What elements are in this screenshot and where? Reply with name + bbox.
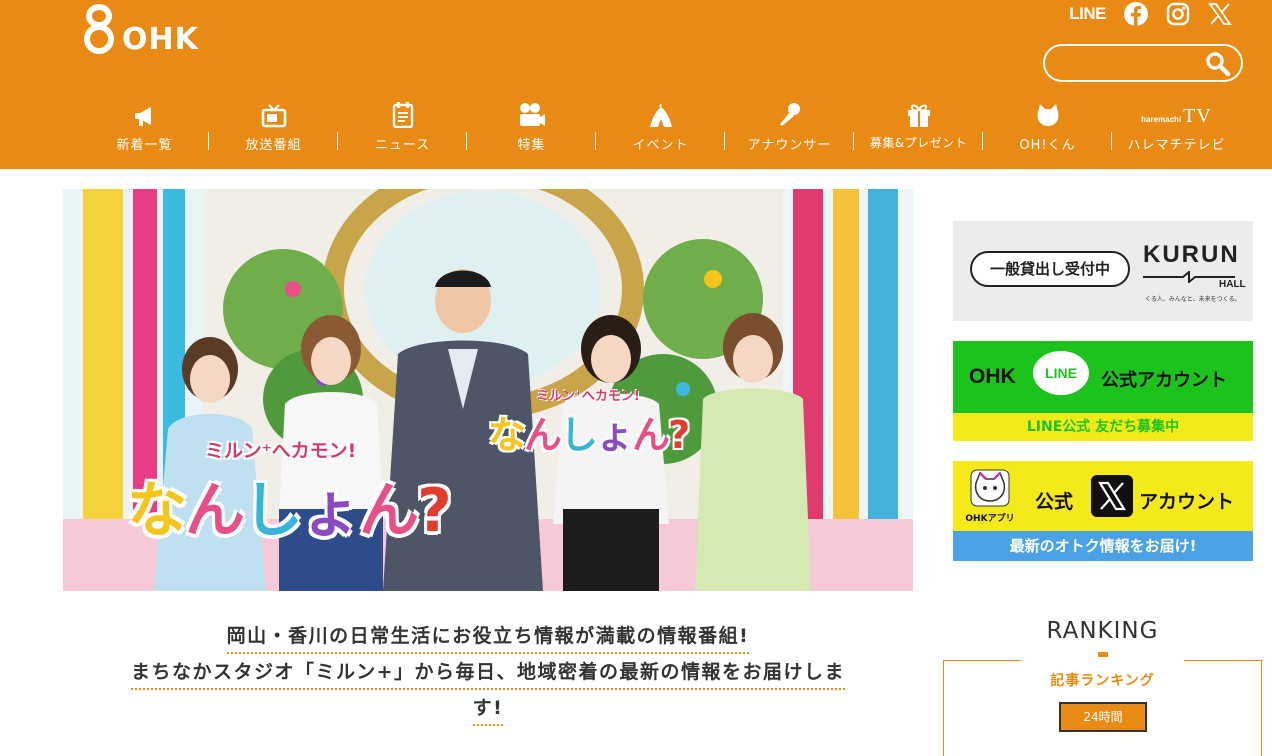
program-logo-subtitle: ミルン⁺へカモン! [205,440,357,462]
site-header: OHK LINE 新着一覧 放送番組 ニュース 特集 イベント アナウンサー 募… [0,0,1272,169]
nav-item-programs[interactable]: 放送番組 [209,100,338,156]
nav-label: 放送番組 [245,138,302,153]
x-icon[interactable] [1208,2,1232,26]
x-banner-official: 公式 [1035,491,1074,513]
nav-item-haremachi-tv[interactable]: haremachi TV ハレマチテレビ [1112,100,1241,156]
ranking-subtitle: 記事ランキング [1050,673,1155,689]
logo-eight-mark [80,2,118,58]
logo-text: OHK [122,21,199,57]
nav-item-events[interactable]: イベント [596,100,725,156]
nav-item-features[interactable]: 特集 [467,100,596,156]
microphone-icon [777,100,803,128]
description-line: す! [472,692,504,726]
program-logo-top: ミルン⁺へカモン! なんしょん? [488,389,690,457]
x-logo-icon [1091,475,1133,517]
facebook-icon[interactable] [1124,2,1148,26]
line-banner-title: 公式アカウント [1101,370,1227,391]
line-banner-ohk: OHK [969,365,1016,388]
kurun-hall-banner[interactable]: 一般貸出し受付中 KURUN HALL くる人、みんなと、未来をつくる。 [953,221,1253,321]
nav-label: 特集 [517,138,546,153]
ranking-section: RANKING 記事ランキング 24時間 [943,612,1262,756]
nav-label: OH!くん [1019,138,1076,153]
ranking-title: RANKING [1046,618,1159,644]
mascot-icon [1035,100,1061,128]
program-description: 岡山・香川の日常生活にお役立ち情報が満載の情報番組! まちなかスタジオ「ミルン+… [63,620,913,728]
ohk-app-icon: OHKアプリ [965,469,1015,524]
nav-item-ohkun[interactable]: OH!くん [983,100,1112,156]
x-banner-footer: 最新のオトク情報をお届け! [953,531,1253,561]
x-account-banner[interactable]: OHKアプリ 公式 アカウント 最新のオトク情報をお届け! [953,461,1253,561]
document-icon [391,100,415,128]
megaphone-icon [132,100,158,128]
description-line: まちなかスタジオ「ミルン+」から毎日、地域密着の最新の情報をお届けしま [130,656,846,690]
tent-icon [648,100,674,128]
nav-label: イベント [632,138,689,153]
program-logo-title: なんしょん? [127,476,452,546]
kurun-logo: KURUN [1143,241,1240,268]
search-icon[interactable] [1205,51,1231,77]
ranking-header: RANKING [1021,612,1184,676]
line-banner-footer: LINE公式 友だち募集中 [953,413,1253,441]
search-input[interactable] [1059,52,1209,74]
description-line: 岡山・香川の日常生活にお役立ち情報が満載の情報番組! [226,620,750,654]
line-link[interactable]: LINE [1069,4,1106,24]
social-links: LINE [1069,2,1232,26]
nav-item-news[interactable]: ニュース [338,100,467,156]
instagram-icon[interactable] [1166,2,1190,26]
kurun-hall-text: HALL [1219,279,1246,290]
cat-mascot-icon [970,469,1010,507]
line-logo-icon: LINE [1033,351,1089,395]
search-box [1043,44,1243,82]
ranking-divider [1097,652,1108,657]
line-account-banner[interactable]: OHK LINE 公式アカウント LINE公式 友だち募集中 [953,341,1253,441]
nav-item-new[interactable]: 新着一覧 [80,100,209,156]
x-banner-account: アカウント [1139,491,1235,513]
nav-item-announcers[interactable]: アナウンサー [725,100,854,156]
main-nav: 新着一覧 放送番組 ニュース 特集 イベント アナウンサー 募集&プレゼント O… [80,100,1252,156]
gift-icon [906,100,932,128]
tv-icon [261,100,287,128]
ranking-tab-24h[interactable]: 24時間 [1059,702,1147,732]
nav-label: アナウンサー [747,138,832,153]
haremachi-tv-logo: haremachi TV [1141,105,1212,127]
camera-icon [518,100,546,128]
nav-label: 募集&プレゼント [869,136,968,150]
nav-item-presents[interactable]: 募集&プレゼント [854,100,983,156]
ohk-logo[interactable]: OHK [80,0,199,60]
nav-label: 新着一覧 [116,138,173,153]
kurun-tagline: くる人、みんなと、未来をつくる。 [1145,296,1241,303]
nav-label: ニュース [374,138,431,153]
rental-badge: 一般貸出し受付中 [970,251,1130,287]
nav-label: ハレマチテレビ [1127,138,1226,153]
